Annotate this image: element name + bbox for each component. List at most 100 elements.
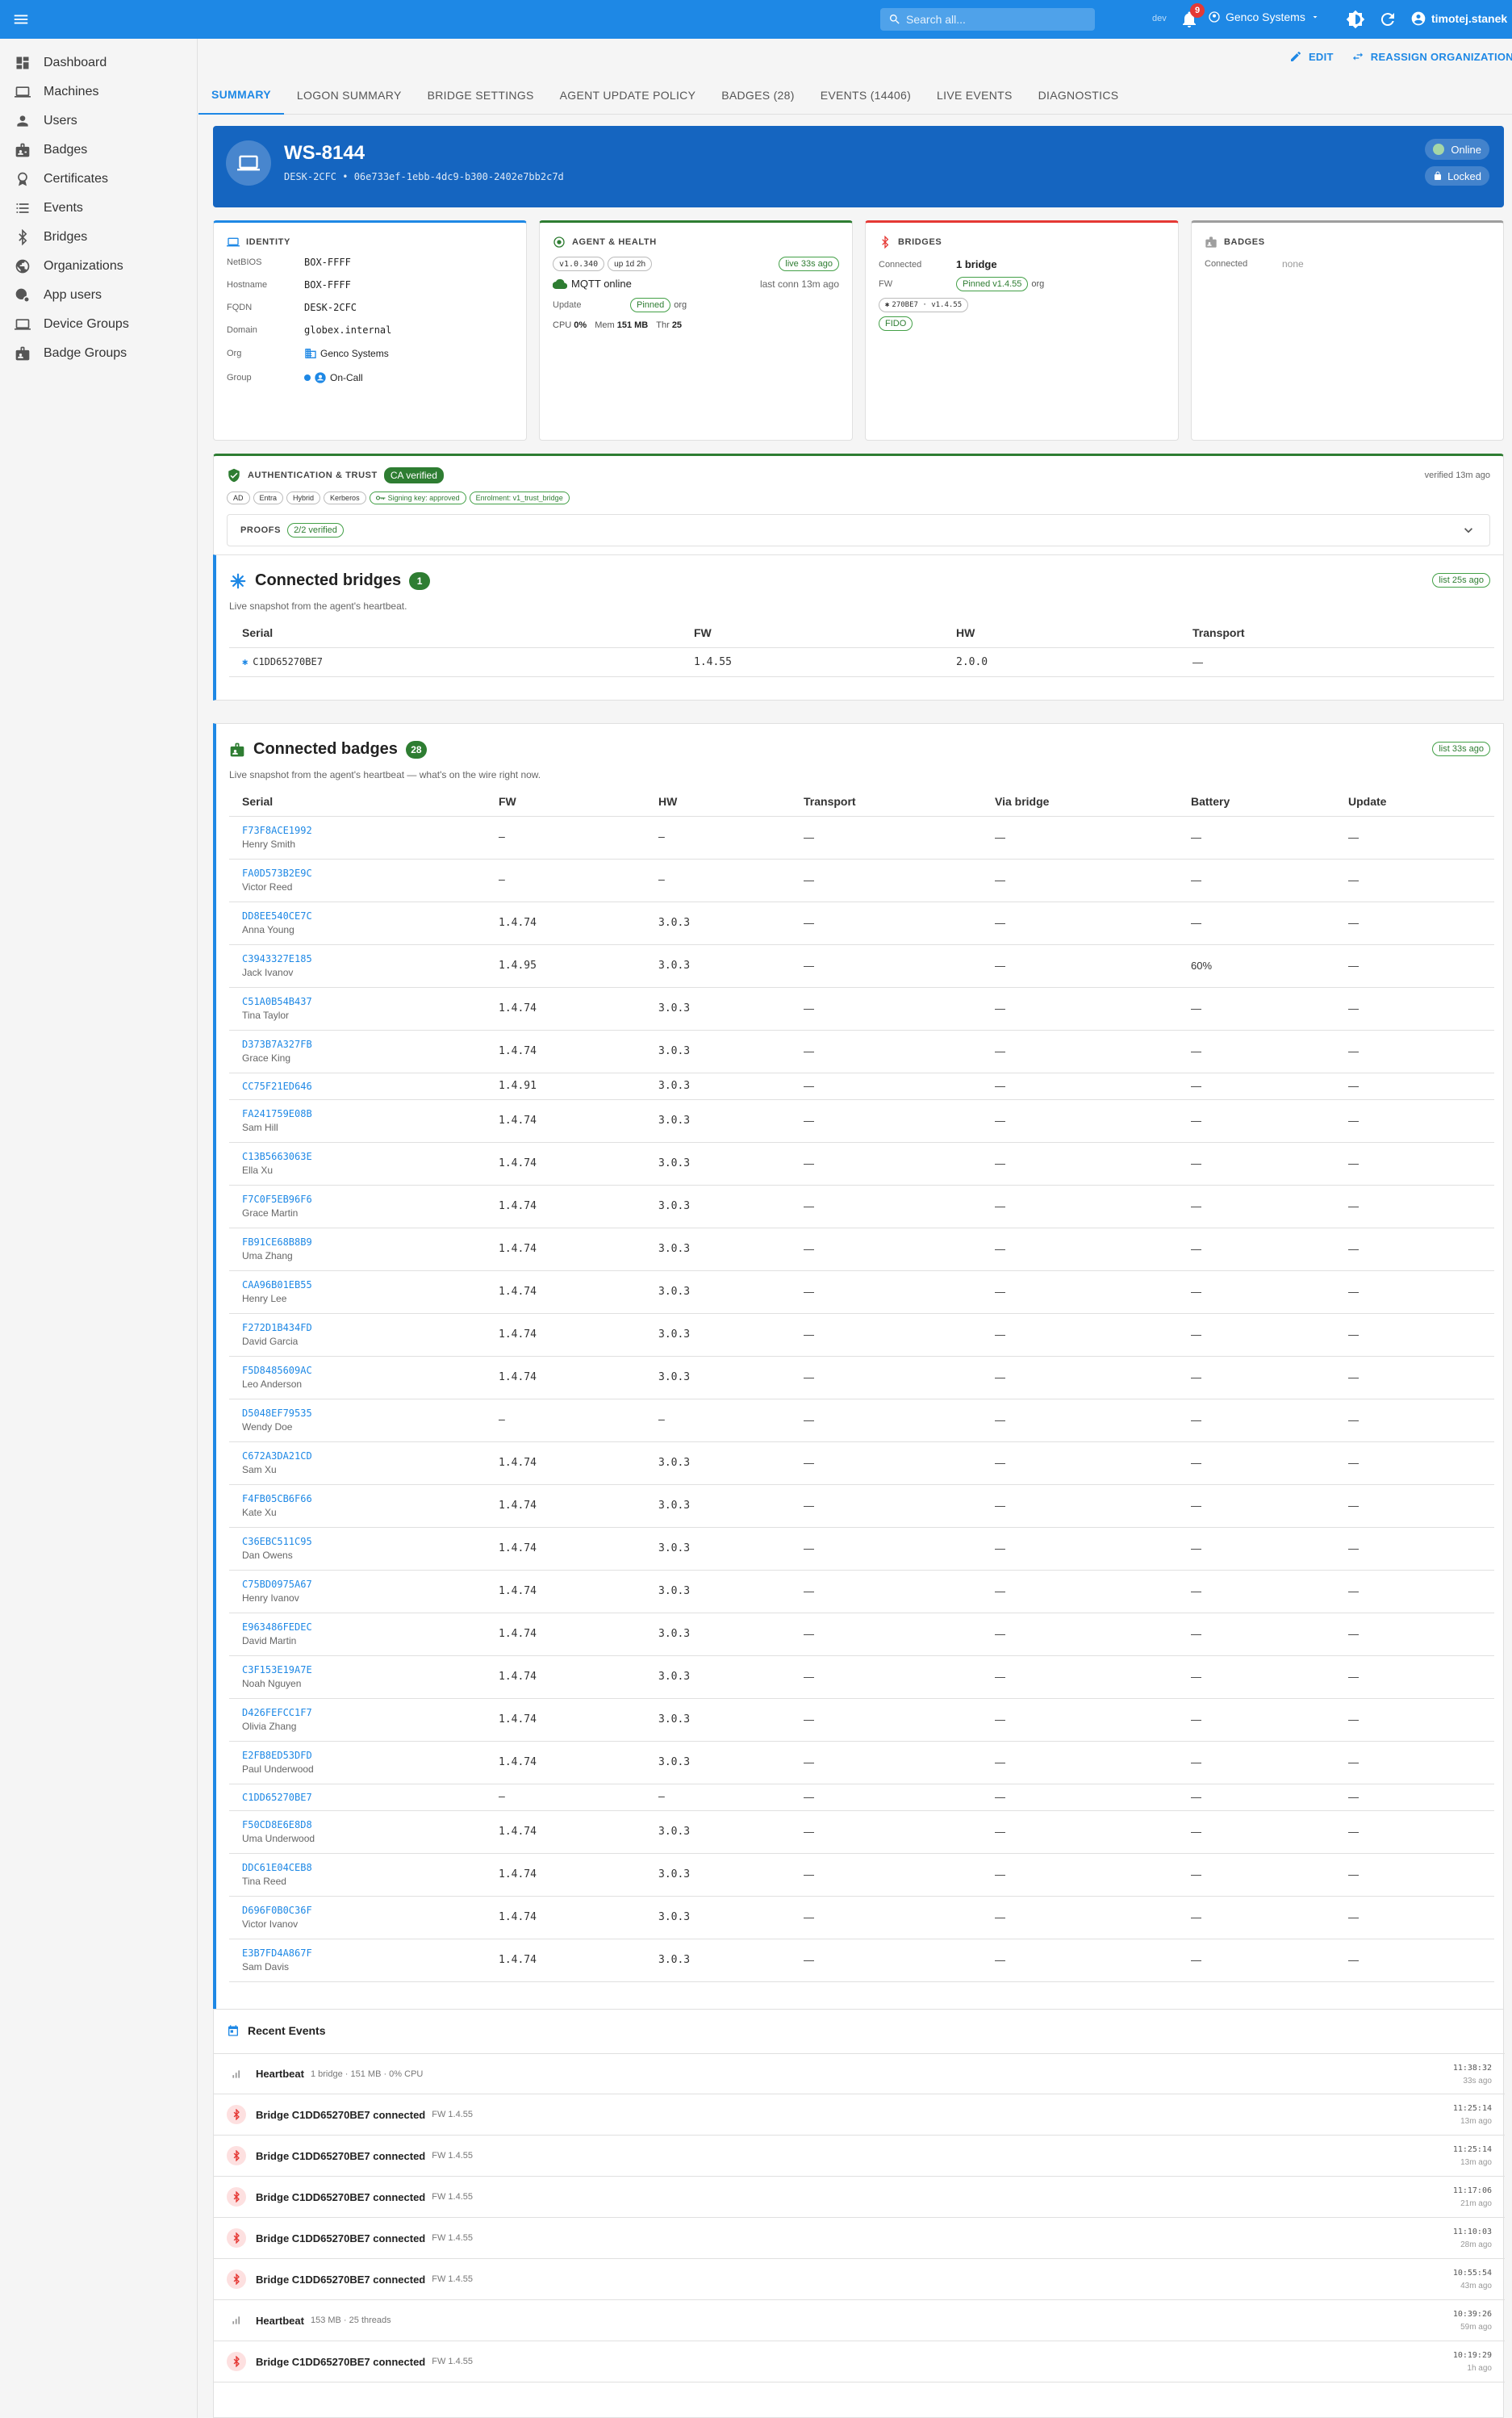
badge-serial-link[interactable]: CC75F21ED646 <box>242 1081 486 1092</box>
column-header[interactable]: FW <box>486 787 645 817</box>
badge-serial-link[interactable]: F272D1B434FD <box>242 1322 486 1333</box>
badge-serial-link[interactable]: D5048EF79535 <box>242 1408 486 1419</box>
column-header[interactable]: Battery <box>1178 787 1335 817</box>
column-header[interactable]: HW <box>645 787 791 817</box>
badge-serial-link[interactable]: D696F0B0C36F <box>242 1905 486 1916</box>
event-row[interactable]: Bridge C1DD65270BE7 connected FW 1.4.55 10… <box>214 2259 1505 2300</box>
sidebar-item-badges[interactable]: Badges <box>0 136 197 165</box>
group-link[interactable]: On-Call <box>304 371 363 384</box>
sidebar-item-machines[interactable]: Machines <box>0 77 197 107</box>
column-header[interactable]: FW <box>681 618 943 648</box>
badge-serial-link[interactable]: C672A3DA21CD <box>242 1450 486 1462</box>
badge-serial-link[interactable]: C3F153E19A7E <box>242 1664 486 1675</box>
table-row[interactable]: C1DD65270BE7— — — — — — <box>229 1784 1494 1811</box>
tab-summary[interactable]: SUMMARY <box>198 76 284 115</box>
table-row[interactable]: C3943327E185 Jack Ivanov 1.4.95 3.0.3— —60% — <box>229 944 1494 988</box>
theme-toggle-icon[interactable] <box>1346 10 1365 29</box>
badge-serial-link[interactable]: E963486FEDEC <box>242 1621 486 1633</box>
refresh-icon[interactable] <box>1378 10 1397 29</box>
table-row[interactable]: E3B7FD4A867F Sam Davis 1.4.74 3.0.3— — — — <box>229 1939 1494 1982</box>
badge-serial-link[interactable]: C13B5663063E <box>242 1151 486 1162</box>
badge-serial-link[interactable]: CAA96B01EB55 <box>242 1279 486 1291</box>
table-row[interactable]: D5048EF79535 Wendy Doe — — — — — — <box>229 1399 1494 1442</box>
badge-serial-link[interactable]: F73F8ACE1992 <box>242 825 486 836</box>
user-menu[interactable]: timotej.stanek <box>1410 10 1507 27</box>
table-row[interactable]: C672A3DA21CD Sam Xu 1.4.74 3.0.3— — — — <box>229 1441 1494 1485</box>
sidebar-item-dashboard[interactable]: Dashboard <box>0 48 197 77</box>
table-row[interactable]: F50CD8E6E8D8 Uma Underwood 1.4.74 3.0.3— — — — <box>229 1810 1494 1854</box>
column-header[interactable]: Update <box>1335 787 1494 817</box>
badge-serial-link[interactable]: C75BD0975A67 <box>242 1579 486 1590</box>
badge-serial-link[interactable]: FA0D573B2E9C <box>242 868 486 879</box>
column-header[interactable]: Serial <box>229 618 681 648</box>
badge-serial-link[interactable]: C1DD65270BE7 <box>242 1792 486 1803</box>
table-row[interactable]: F5D8485609AC Leo Anderson 1.4.74 3.0.3— — — — <box>229 1356 1494 1399</box>
badge-serial-link[interactable]: F5D8485609AC <box>242 1365 486 1376</box>
tab-diagnostics[interactable]: DIAGNOSTICS <box>1025 76 1132 115</box>
table-row[interactable]: C75BD0975A67 Henry Ivanov 1.4.74 3.0.3— — — — <box>229 1570 1494 1613</box>
badge-serial-link[interactable]: C51A0B54B437 <box>242 996 486 1007</box>
event-row[interactable]: Bridge C1DD65270BE7 connected FW 1.4.55 11… <box>214 2218 1505 2259</box>
sidebar-item-events[interactable]: Events <box>0 194 197 223</box>
edit-button[interactable]: EDIT <box>1289 50 1334 63</box>
tab-events[interactable]: EVENTS (14406) <box>808 76 924 115</box>
reassign-organization-button[interactable]: REASSIGN ORGANIZATION <box>1351 50 1512 63</box>
search-input[interactable]: Search all... <box>880 8 1095 31</box>
column-header[interactable]: Transport <box>1180 618 1494 648</box>
badge-serial-link[interactable]: F7C0F5EB96F6 <box>242 1194 486 1205</box>
table-row[interactable]: ✱ C1DD65270BE7 1.4.55 2.0.0 — <box>229 647 1494 677</box>
tab-agent-update-policy[interactable]: AGENT UPDATE POLICY <box>547 76 709 115</box>
menu-button[interactable] <box>2 0 40 39</box>
column-header[interactable]: Transport <box>791 787 982 817</box>
org-link[interactable]: Genco Systems <box>304 347 389 360</box>
event-row[interactable]: Bridge C1DD65270BE7 connected FW 1.4.55 11… <box>214 2177 1505 2218</box>
badge-serial-link[interactable]: FB91CE68B8B9 <box>242 1236 486 1248</box>
table-row[interactable]: D696F0B0C36F Victor Ivanov 1.4.74 3.0.3— — — — <box>229 1896 1494 1939</box>
badge-serial-link[interactable]: DD8EE540CE7C <box>242 910 486 922</box>
tab-live-events[interactable]: LIVE EVENTS <box>924 76 1025 115</box>
table-row[interactable]: D373B7A327FB Grace King 1.4.74 3.0.3— — — — <box>229 1030 1494 1073</box>
table-row[interactable]: F7C0F5EB96F6 Grace Martin 1.4.74 3.0.3— — — — <box>229 1185 1494 1228</box>
event-row[interactable]: Bridge C1DD65270BE7 connected FW 1.4.55 11… <box>214 2094 1505 2136</box>
table-row[interactable]: FA241759E08B Sam Hill 1.4.74 3.0.3— — — — <box>229 1099 1494 1143</box>
badge-serial-link[interactable]: C3943327E185 <box>242 953 486 964</box>
table-row[interactable]: C13B5663063E Ella Xu 1.4.74 3.0.3— — — — <box>229 1142 1494 1186</box>
table-row[interactable]: E2FB8ED53DFD Paul Underwood 1.4.74 3.0.3— — —… <box>229 1741 1494 1784</box>
badge-serial-link[interactable]: E2FB8ED53DFD <box>242 1750 486 1761</box>
tab-logon-summary[interactable]: LOGON SUMMARY <box>284 76 415 115</box>
sidebar-item-badge-groups[interactable]: Badge Groups <box>0 339 197 368</box>
sidebar-item-organizations[interactable]: Organizations <box>0 252 197 281</box>
table-row[interactable]: F4FB05CB6F66 Kate Xu 1.4.74 3.0.3— — — — <box>229 1484 1494 1528</box>
badge-serial-link[interactable]: D373B7A327FB <box>242 1039 486 1050</box>
table-row[interactable]: C3F153E19A7E Noah Nguyen 1.4.74 3.0.3— — — — <box>229 1655 1494 1699</box>
table-row[interactable]: CAA96B01EB55 Henry Lee 1.4.74 3.0.3— — — — <box>229 1270 1494 1314</box>
table-row[interactable]: CC75F21ED646 1.4.91 3.0.3— — — — <box>229 1073 1494 1100</box>
sidebar-item-device-groups[interactable]: Device Groups <box>0 310 197 339</box>
sidebar-item-certificates[interactable]: Certificates <box>0 165 197 194</box>
table-row[interactable]: DDC61E04CEB8 Tina Reed 1.4.74 3.0.3— — — — <box>229 1853 1494 1897</box>
badge-serial-link[interactable]: D426FEFCC1F7 <box>242 1707 486 1718</box>
sidebar-item-bridges[interactable]: Bridges <box>0 223 197 252</box>
org-selector[interactable]: Genco Systems <box>1208 10 1320 23</box>
table-row[interactable]: FB91CE68B8B9 Uma Zhang 1.4.74 3.0.3— — — — <box>229 1228 1494 1271</box>
tab-badges[interactable]: BADGES (28) <box>708 76 807 115</box>
tab-bridge-settings[interactable]: BRIDGE SETTINGS <box>415 76 547 115</box>
column-header[interactable]: Via bridge <box>982 787 1178 817</box>
table-row[interactable]: F272D1B434FD David Garcia 1.4.74 3.0.3— — — — <box>229 1313 1494 1357</box>
table-row[interactable]: C36EBC511C95 Dan Owens 1.4.74 3.0.3— — — — <box>229 1527 1494 1571</box>
event-row[interactable]: Bridge C1DD65270BE7 connected FW 1.4.55 11… <box>214 2136 1505 2177</box>
table-row[interactable]: DD8EE540CE7C Anna Young 1.4.74 3.0.3— — — — <box>229 902 1494 945</box>
table-row[interactable]: D426FEFCC1F7 Olivia Zhang 1.4.74 3.0.3— — — — <box>229 1698 1494 1742</box>
badge-serial-link[interactable]: DDC61E04CEB8 <box>242 1862 486 1873</box>
bridge-chip[interactable]: ✱ 270BE7 · v1.4.55 <box>879 298 969 312</box>
event-row[interactable]: Bridge C1DD65270BE7 connected FW 1.4.55 10… <box>214 2341 1505 2382</box>
badge-serial-link[interactable]: FA241759E08B <box>242 1108 486 1119</box>
event-row[interactable]: Heartbeat 1 bridge · 151 MB · 0% CPU 11:38… <box>214 2053 1505 2094</box>
badge-serial-link[interactable]: C36EBC511C95 <box>242 1536 486 1547</box>
sidebar-item-app-users[interactable]: App users <box>0 281 197 310</box>
sidebar-item-users[interactable]: Users <box>0 107 197 136</box>
column-header[interactable]: HW <box>943 618 1180 648</box>
table-row[interactable]: C51A0B54B437 Tina Taylor 1.4.74 3.0.3— — — — <box>229 987 1494 1031</box>
proofs-expander[interactable]: PROOFS 2/2 verified <box>227 514 1490 546</box>
badge-serial-link[interactable]: E3B7FD4A867F <box>242 1947 486 1959</box>
